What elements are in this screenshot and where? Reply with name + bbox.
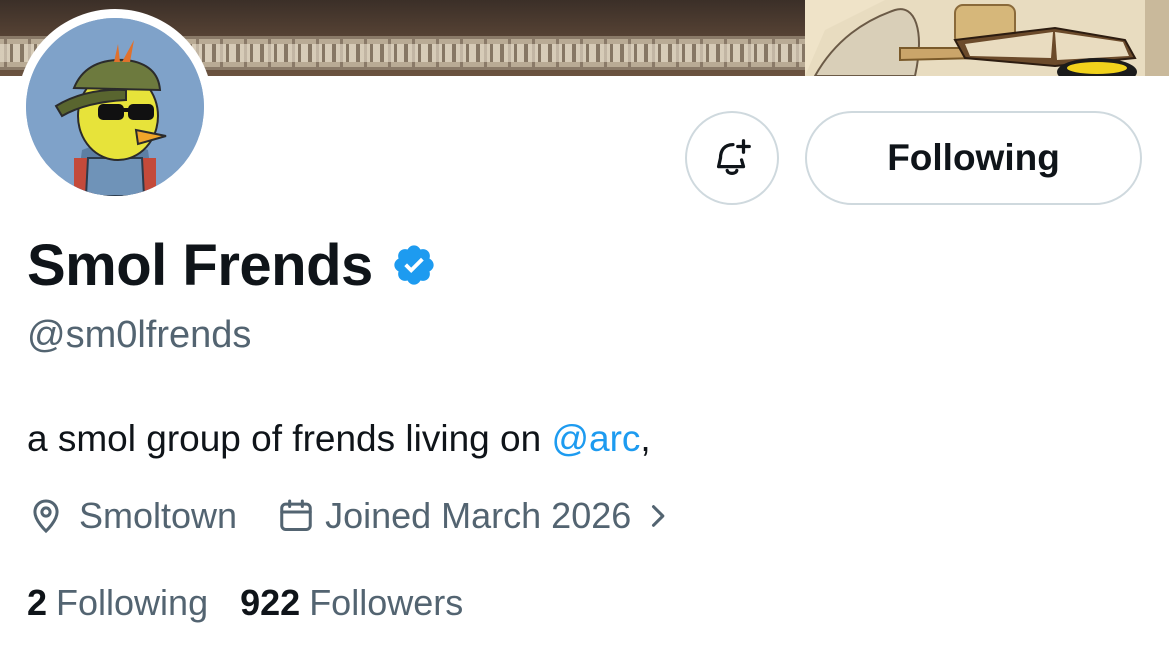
location-text: Smoltown [79,495,238,536]
avatar-frame[interactable] [17,9,213,205]
followers-count: 922 [240,582,301,623]
profile-bio: a smol group of frends living on @arc, [27,418,651,460]
verified-badge-icon[interactable] [391,242,437,288]
profile-name-row: Smol Frends [27,230,437,300]
following-count: 2 [27,582,48,623]
location-item: Smoltown [27,495,237,537]
followers-stat-link[interactable]: 922 Followers [240,582,463,624]
bio-text: a smol group of frends living on [27,418,552,459]
display-name: Smol Frends [27,232,373,298]
calendar-icon [280,499,312,531]
following-button[interactable]: Following [805,111,1142,205]
following-label: Following [56,582,209,623]
joined-item[interactable]: Joined March 2026 [277,495,671,537]
following-stat-link[interactable]: 2 Following [27,582,208,624]
profile-handle: @sm0lfrends [27,314,252,356]
banner-artwork [805,0,1169,76]
avatar[interactable] [26,18,204,196]
chevron-right-icon[interactable] [643,502,671,530]
profile-meta: Smoltown Joined March 2026 [27,494,671,538]
location-pin-icon [33,499,59,534]
bio-suffix: , [640,418,651,459]
followers-label: Followers [309,582,464,623]
profile-page: Following Smol Frends @sm0lfrends a smol… [0,0,1169,663]
bio-mention-link[interactable]: @arc [551,418,640,459]
profile-stats: 2 Following 922 Followers [27,582,463,624]
notifications-button[interactable] [685,111,779,205]
duck-avatar-icon [26,18,204,196]
joined-text: Joined March 2026 [325,495,632,536]
bell-plus-icon [716,139,751,175]
